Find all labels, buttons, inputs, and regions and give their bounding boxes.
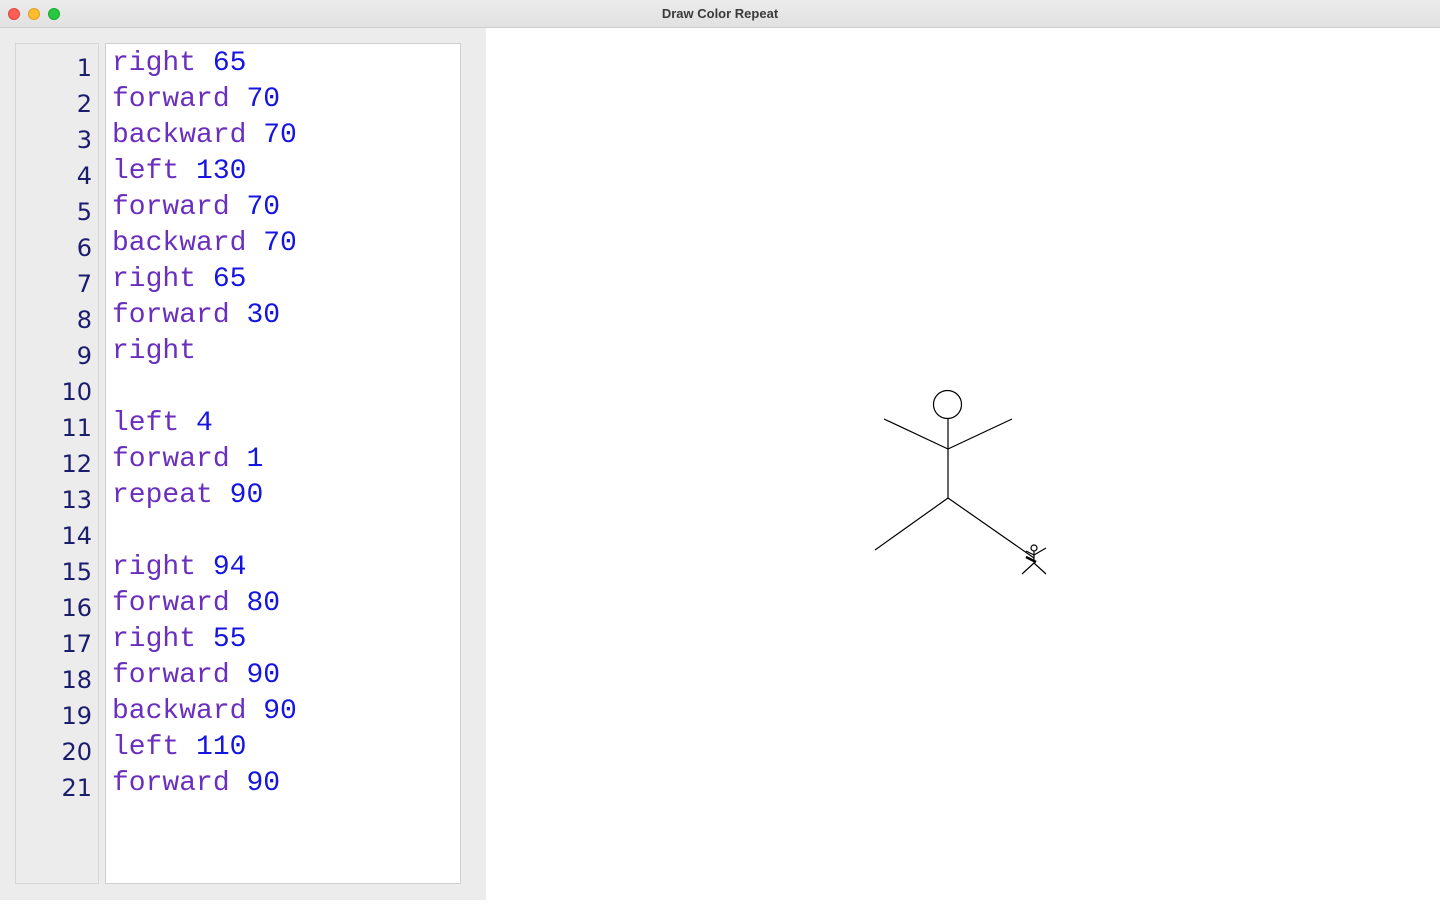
command-argument: 1 [246,444,264,475]
command-argument: 90 [246,660,281,691]
line-number: 19 [61,702,92,730]
command-keyword: forward [112,768,230,799]
command-keyword: forward [112,300,230,331]
window-title: Draw Color Repeat [661,6,779,21]
stick-figure-right-arm [947,418,1013,450]
code-line[interactable]: forward 30 [112,298,280,334]
line-number: 4 [76,162,92,190]
title-bar: Draw Color Repeat [0,0,1440,28]
command-keyword: right [112,552,197,583]
command-keyword: right [112,264,197,295]
line-number: 7 [76,270,92,298]
command-keyword: left [112,156,180,187]
line-number: 9 [76,342,92,370]
line-number: 1 [76,54,92,82]
command-keyword: left [112,408,180,439]
line-number: 2 [76,90,92,118]
command-argument: 80 [246,588,281,619]
command-keyword: backward [112,228,247,259]
command-argument: 90 [229,480,264,511]
code-line[interactable]: right [112,334,196,370]
command-keyword: forward [112,84,230,115]
code-line[interactable]: backward 70 [112,118,297,154]
code-line[interactable]: forward 70 [112,190,280,226]
stick-figure-right-leg [947,497,1035,559]
command-keyword: repeat [112,480,213,511]
code-line[interactable]: forward 90 [112,766,280,802]
line-number: 12 [61,450,92,478]
turtle-icon [1021,544,1047,575]
command-argument: 30 [246,300,281,331]
turtle-drawing [874,389,1047,575]
line-number: 15 [61,558,92,586]
command-argument: 55 [212,624,247,655]
line-number: 21 [61,774,92,802]
command-keyword: backward [112,696,247,727]
command-keyword: left [112,732,180,763]
line-number: 18 [61,666,92,694]
stick-figure-left-leg [874,497,949,551]
code-line[interactable]: backward 90 [112,694,297,730]
code-line[interactable]: forward 70 [112,82,280,118]
command-argument: 70 [263,120,297,151]
command-argument: 90 [246,768,281,799]
command-keyword: forward [112,444,230,475]
code-line[interactable]: left 4 [112,406,213,442]
code-line[interactable]: right 55 [112,622,246,658]
command-argument: 90 [263,696,297,727]
code-line[interactable]: forward 1 [112,442,263,478]
command-argument: 65 [212,264,247,295]
code-line[interactable]: right 65 [112,46,246,82]
command-keyword: forward [112,660,230,691]
code-line[interactable]: backward 70 [112,226,297,262]
line-number: 16 [61,594,92,622]
code-line[interactable]: right 94 [112,550,246,586]
line-number: 5 [76,198,92,226]
code-line[interactable]: left 110 [112,730,246,766]
line-number: 3 [76,126,92,154]
line-number: 14 [61,522,92,550]
code-line[interactable]: left 130 [112,154,246,190]
line-number: 20 [61,738,92,766]
code-line[interactable]: right 65 [112,262,246,298]
command-argument: 70 [263,228,297,259]
code-editor[interactable]: right 65 forward 70 backward 70 left 130 for… [105,43,461,884]
command-argument: 130 [196,156,247,187]
command-keyword: forward [112,192,230,223]
command-argument: 65 [212,48,247,79]
line-number-gutter: 1 2 3 4 5 6 7 8 9 10 11 12 13 14 15 16 17 18 19 20 21 [15,43,99,884]
command-keyword: right [112,336,197,367]
line-number: 11 [61,414,92,442]
command-keyword: backward [112,120,247,151]
command-argument: 4 [196,408,213,439]
command-keyword: right [112,624,197,655]
line-number: 17 [61,630,92,658]
command-keyword: forward [112,588,230,619]
command-argument: 70 [246,84,281,115]
command-argument: 70 [246,192,281,223]
line-number: 13 [61,486,92,514]
drawing-canvas [486,28,1440,900]
code-line[interactable]: forward 90 [112,658,280,694]
stick-figure-left-arm [883,418,949,450]
command-argument: 94 [212,552,247,583]
editor-panel: 1 2 3 4 5 6 7 8 9 10 11 12 13 14 15 16 17 18 19 20 21 right … [0,28,486,900]
line-number: 10 [61,378,92,406]
code-line[interactable]: forward 80 [112,586,280,622]
stick-figure-head [932,389,963,420]
command-argument: 110 [196,732,247,763]
line-number: 8 [76,306,92,334]
line-number: 6 [76,234,92,262]
command-keyword: right [112,48,197,79]
code-line[interactable]: repeat 90 [112,478,263,514]
